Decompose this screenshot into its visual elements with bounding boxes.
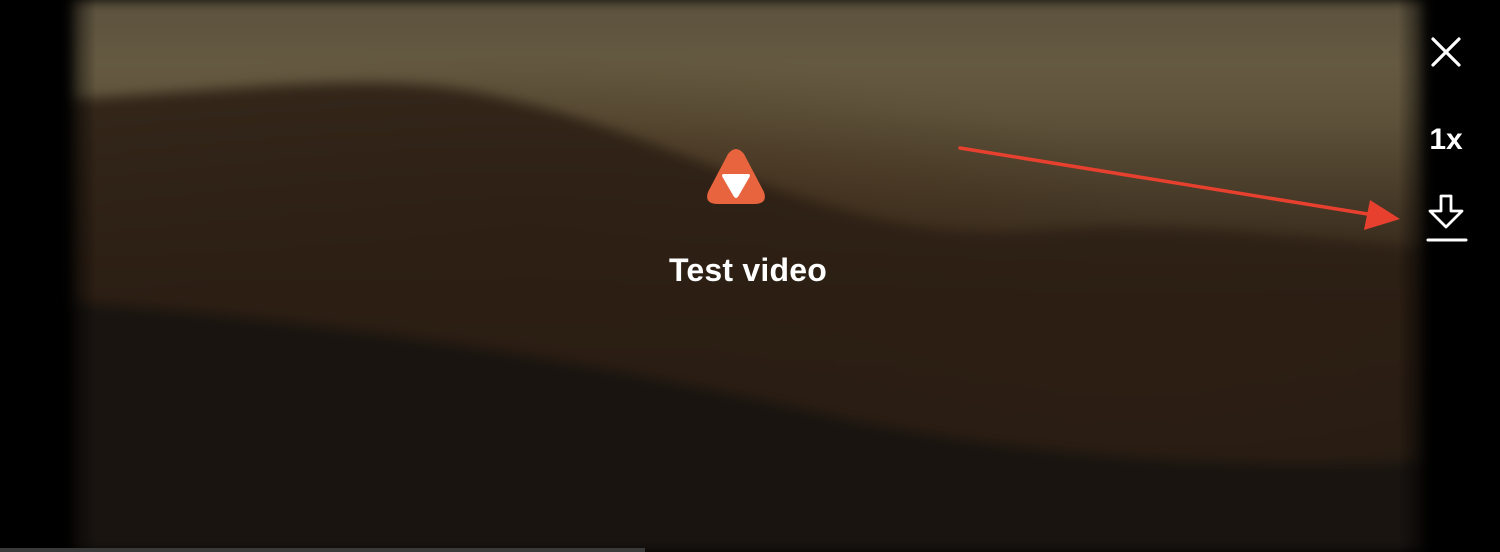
- close-icon: [1431, 37, 1461, 67]
- download-icon: [1426, 194, 1468, 242]
- right-edge-shadow: [1398, 0, 1438, 552]
- video-title: Test video: [669, 252, 827, 288]
- video-viewer: Test video 1x: [0, 0, 1500, 552]
- download-button[interactable]: [1420, 190, 1472, 250]
- progress-track[interactable]: [0, 548, 645, 552]
- playback-speed-button[interactable]: 1x: [1420, 120, 1472, 160]
- left-edge-shadow: [56, 0, 96, 552]
- close-button[interactable]: [1424, 30, 1468, 74]
- app-logo-icon: [707, 149, 765, 204]
